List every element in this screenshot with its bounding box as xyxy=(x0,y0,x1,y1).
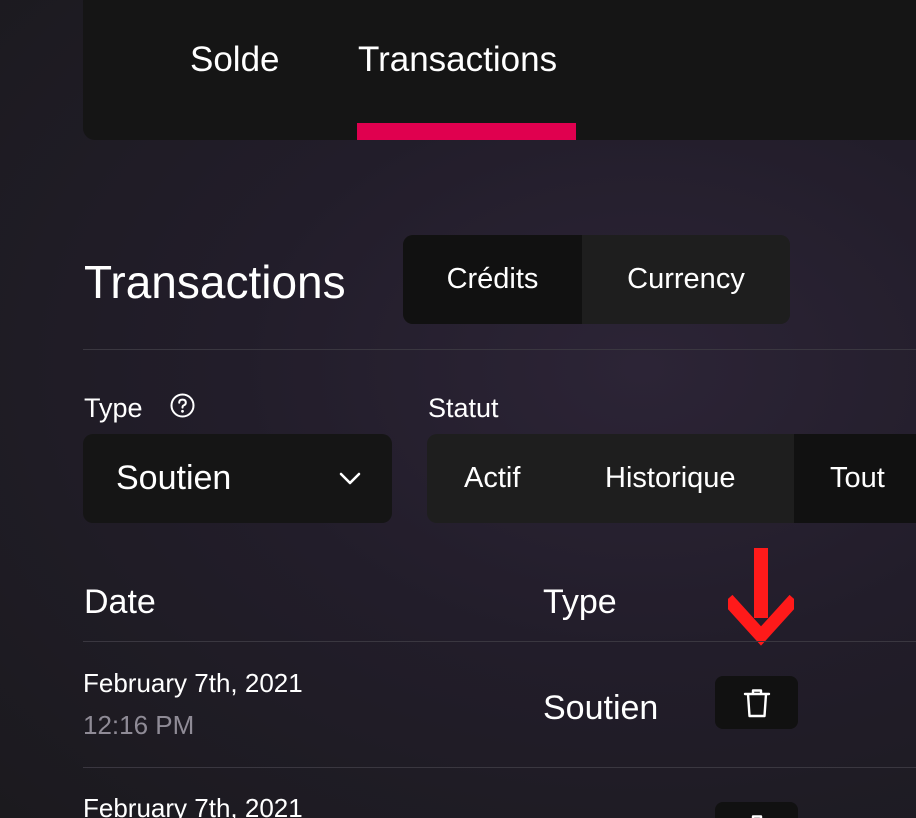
row-date: February 7th, 2021 xyxy=(83,793,303,818)
trash-icon xyxy=(751,814,762,818)
page-title: Transactions xyxy=(84,256,346,308)
row-time: 12:16 PM xyxy=(83,710,195,740)
tab-solde[interactable]: Solde xyxy=(190,40,280,80)
row-divider xyxy=(83,767,916,768)
arrow-down-icon xyxy=(722,548,800,648)
help-circle-icon[interactable] xyxy=(170,393,195,418)
type-filter-label: Type xyxy=(84,393,143,423)
type-select-value: Soutien xyxy=(116,459,232,497)
status-filter-label: Statut xyxy=(428,393,499,423)
section-divider xyxy=(83,349,916,350)
delete-button[interactable] xyxy=(715,802,798,818)
status-option-actif[interactable]: Actif xyxy=(464,434,520,523)
active-tab-indicator xyxy=(357,123,576,140)
column-header-date[interactable]: Date xyxy=(84,582,156,622)
trash-icon xyxy=(743,688,770,717)
chevron-down-icon xyxy=(338,467,362,491)
row-date: February 7th, 2021 xyxy=(83,668,303,698)
tab-transactions[interactable]: Transactions xyxy=(358,40,557,80)
segment-credits[interactable]: Crédits xyxy=(403,235,582,324)
column-header-type[interactable]: Type xyxy=(543,582,617,622)
table-header-divider xyxy=(83,641,916,642)
status-segmented-control: Actif Historique Tout xyxy=(427,434,916,523)
row-type: Soutien xyxy=(543,689,659,727)
delete-button[interactable] xyxy=(715,676,798,729)
status-option-historique[interactable]: Historique xyxy=(605,434,736,523)
type-select[interactable]: Soutien xyxy=(83,434,392,523)
segment-currency[interactable]: Currency xyxy=(582,235,790,324)
top-tab-bar: Solde Transactions xyxy=(83,0,916,140)
currency-segmented-control: Crédits Currency xyxy=(403,235,790,324)
status-option-tout[interactable]: Tout xyxy=(794,434,916,523)
